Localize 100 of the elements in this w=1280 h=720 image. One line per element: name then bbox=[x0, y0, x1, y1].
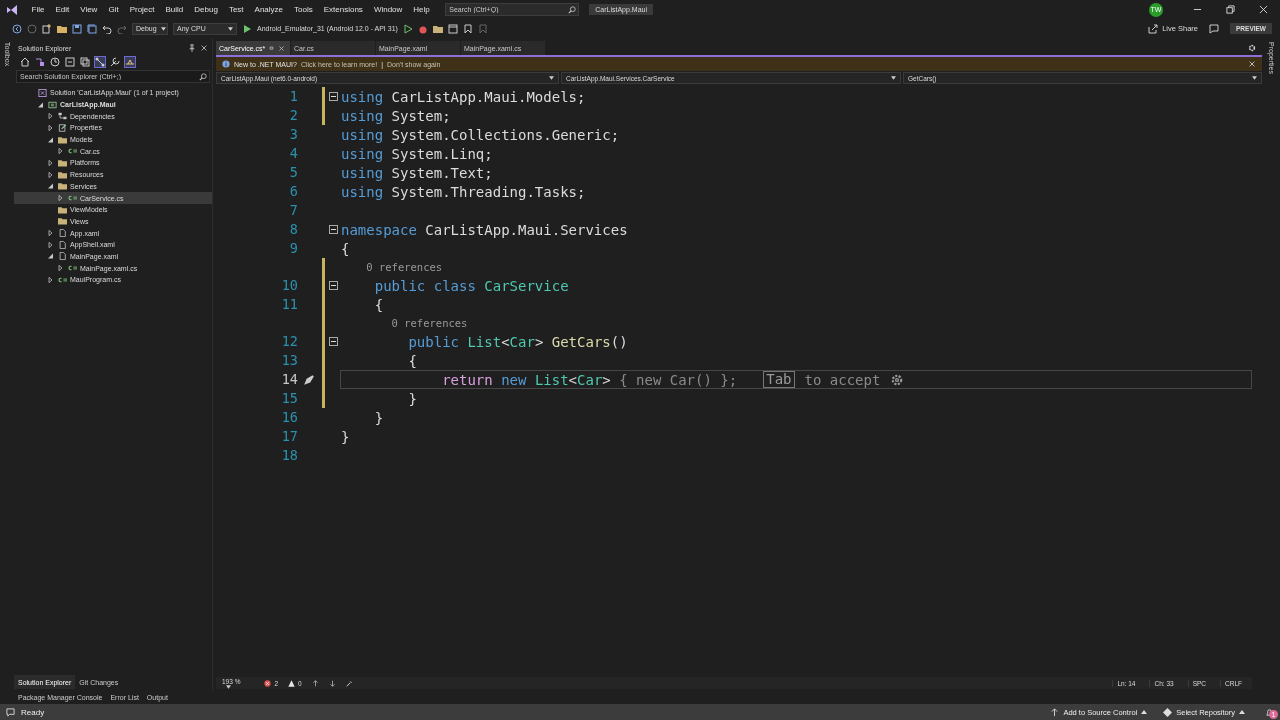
code-lens[interactable]: 0 references bbox=[341, 261, 443, 273]
collapse-icon[interactable] bbox=[328, 92, 338, 101]
collapse-icon[interactable] bbox=[328, 281, 338, 290]
back-icon[interactable] bbox=[12, 23, 22, 34]
menu-item[interactable]: View bbox=[74, 5, 103, 14]
new-project-icon[interactable] bbox=[42, 23, 52, 34]
code-line: } bbox=[407, 390, 417, 407]
forward-icon[interactable] bbox=[27, 23, 37, 34]
up-arrow-icon[interactable] bbox=[311, 679, 319, 687]
collapsed-arrow-icon[interactable] bbox=[48, 159, 53, 166]
csharp-file-icon bbox=[68, 264, 77, 273]
feedback-icon[interactable] bbox=[1209, 23, 1219, 34]
code-line: } bbox=[341, 428, 350, 445]
collapsed-arrow-icon[interactable] bbox=[48, 113, 53, 120]
line-number: 10 bbox=[280, 276, 298, 295]
play-icon[interactable] bbox=[242, 23, 252, 34]
history-icon[interactable] bbox=[50, 57, 60, 67]
diamond-icon bbox=[1163, 707, 1173, 717]
expanded-arrow-icon[interactable] bbox=[38, 101, 43, 108]
menu-item[interactable]: Project bbox=[124, 5, 161, 14]
menu-item[interactable]: Tools bbox=[288, 5, 319, 14]
collapsed-arrow-icon[interactable] bbox=[48, 171, 53, 178]
sync-active-document-icon[interactable] bbox=[95, 57, 105, 67]
collapse-icon[interactable] bbox=[328, 225, 338, 234]
line-number: 13 bbox=[280, 351, 298, 370]
home-icon[interactable] bbox=[20, 57, 30, 67]
bell-icon bbox=[1265, 707, 1274, 717]
code-line: using System; bbox=[341, 107, 451, 124]
redo-icon[interactable] bbox=[117, 23, 127, 34]
folder-icon[interactable] bbox=[432, 23, 443, 34]
line-number: 5 bbox=[288, 163, 298, 182]
share-icon bbox=[1148, 23, 1159, 34]
collapsed-arrow-icon[interactable] bbox=[58, 148, 63, 155]
save-icon[interactable] bbox=[72, 23, 82, 34]
line-number: 7 bbox=[288, 201, 298, 220]
collapsed-arrow-icon[interactable] bbox=[48, 124, 53, 131]
caret-icon bbox=[1239, 710, 1245, 714]
preview-icon[interactable] bbox=[125, 57, 135, 67]
close-icon[interactable] bbox=[278, 44, 286, 52]
collapsed-arrow-icon[interactable] bbox=[48, 241, 53, 248]
caret-icon[interactable] bbox=[1252, 76, 1257, 80]
menu-item[interactable]: Git bbox=[102, 5, 125, 14]
line-number: 17 bbox=[280, 427, 298, 446]
wrench-icon bbox=[58, 123, 67, 132]
menu-item[interactable]: Test bbox=[223, 5, 250, 14]
line-number: 4 bbox=[288, 144, 298, 163]
code-line: { bbox=[373, 296, 384, 313]
hint-text: to accept bbox=[804, 371, 881, 388]
caret-icon[interactable] bbox=[228, 26, 233, 31]
menu-item[interactable]: File bbox=[26, 5, 50, 14]
collapse-icon[interactable] bbox=[328, 337, 338, 346]
restore-icon[interactable] bbox=[1226, 5, 1235, 14]
menu-item[interactable]: Help bbox=[407, 5, 436, 14]
line-number: 12 bbox=[280, 332, 298, 351]
wrench-icon[interactable] bbox=[110, 57, 120, 67]
close-icon[interactable] bbox=[1259, 5, 1268, 14]
code-line: using System.Text; bbox=[341, 164, 493, 181]
code-line: { bbox=[341, 240, 350, 257]
csharp-file-icon bbox=[68, 194, 77, 203]
search-icon bbox=[568, 5, 577, 14]
collapsed-arrow-icon[interactable] bbox=[48, 276, 53, 283]
line-number: 3 bbox=[288, 125, 298, 144]
line-number: 18 bbox=[280, 446, 298, 465]
collapsed-arrow-icon[interactable] bbox=[58, 265, 63, 272]
down-arrow-icon[interactable] bbox=[328, 679, 336, 687]
code-lens[interactable]: 0 references bbox=[341, 317, 468, 329]
menu-item[interactable]: Analyze bbox=[249, 5, 289, 14]
code-line: { bbox=[407, 352, 417, 369]
menu-item[interactable]: Edit bbox=[49, 5, 75, 14]
code-line: return new List<Car> bbox=[441, 371, 611, 388]
collapsed-arrow-icon[interactable] bbox=[58, 195, 63, 202]
collapse-all-icon[interactable] bbox=[65, 57, 75, 67]
line-number: 11 bbox=[280, 295, 298, 314]
expanded-arrow-icon[interactable] bbox=[48, 136, 53, 143]
window-icon[interactable] bbox=[447, 23, 458, 34]
play-outline-icon[interactable] bbox=[402, 23, 413, 34]
save-all-icon[interactable] bbox=[87, 23, 97, 34]
close-icon[interactable] bbox=[1248, 60, 1256, 68]
brush-icon[interactable] bbox=[345, 679, 353, 687]
caret-icon[interactable] bbox=[226, 684, 231, 689]
menu-item[interactable]: Debug bbox=[188, 5, 224, 14]
info-icon bbox=[222, 60, 230, 68]
close-icon[interactable] bbox=[200, 44, 208, 52]
caret-icon[interactable] bbox=[891, 76, 896, 80]
caret-icon[interactable] bbox=[549, 76, 554, 80]
bookmark-icon[interactable] bbox=[462, 23, 473, 34]
collapsed-arrow-icon[interactable] bbox=[48, 230, 53, 237]
caret-icon bbox=[1141, 710, 1148, 714]
undo-icon[interactable] bbox=[102, 23, 112, 34]
line-number: 6 bbox=[288, 182, 298, 201]
pencil-icon[interactable] bbox=[303, 373, 315, 386]
open-folder-icon[interactable] bbox=[57, 23, 67, 34]
copy-icon[interactable] bbox=[80, 57, 90, 67]
menu-item[interactable]: Extensions bbox=[318, 5, 369, 14]
menu-item[interactable]: Build bbox=[160, 5, 189, 14]
expanded-arrow-icon[interactable] bbox=[48, 183, 53, 190]
code-line: namespace CarListApp.Maui.Services bbox=[341, 221, 628, 238]
expanded-arrow-icon[interactable] bbox=[48, 253, 53, 260]
caret-icon[interactable] bbox=[160, 26, 166, 31]
menu-item[interactable]: Window bbox=[368, 5, 408, 14]
